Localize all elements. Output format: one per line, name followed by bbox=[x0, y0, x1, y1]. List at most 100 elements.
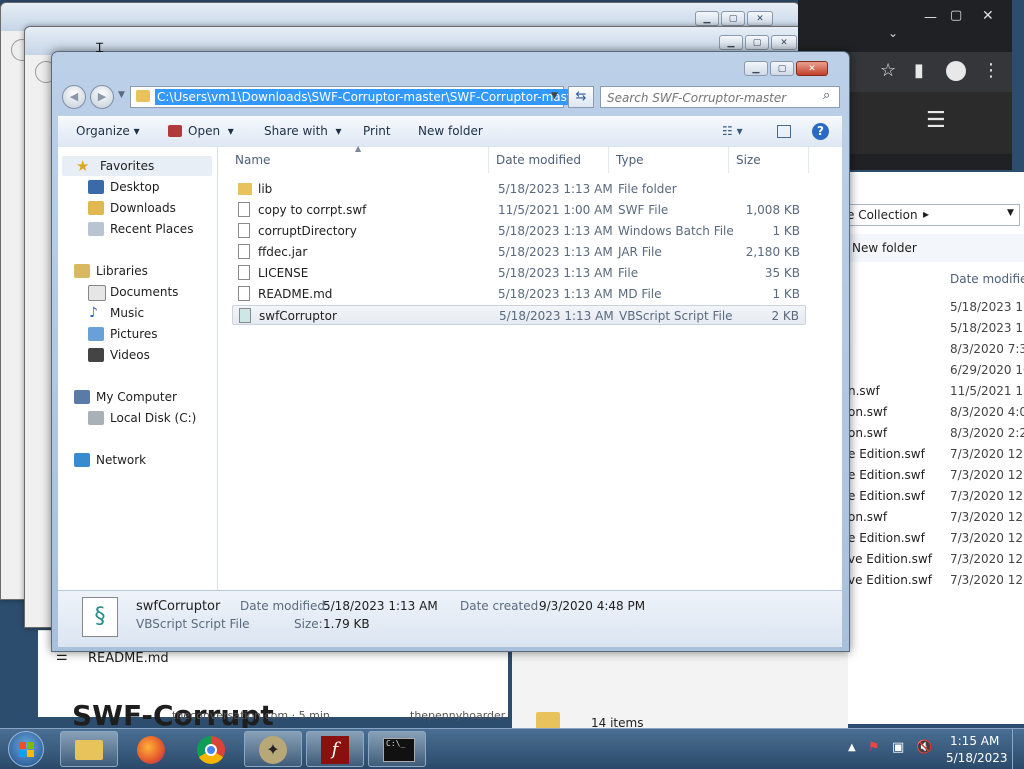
right-file-name[interactable]: on.swf bbox=[848, 426, 887, 440]
chevron-down-icon[interactable]: ▼ bbox=[1007, 208, 1014, 218]
nav-computer-label: My Computer bbox=[96, 390, 177, 404]
file-row[interactable]: LICENSE 5/18/2023 1:13 AM File 35 KB bbox=[232, 263, 806, 283]
right-file-name[interactable]: e Edition.swf bbox=[848, 489, 925, 503]
right-file-date: 5/18/2023 1:08 bbox=[950, 300, 1024, 314]
address-bar[interactable]: C:\Users\vm1\Downloads\SWF-Corruptor-mas… bbox=[130, 86, 586, 108]
flash-taskbar-icon[interactable]: f bbox=[306, 731, 364, 767]
file-type: File folder bbox=[618, 182, 677, 196]
chrome-taskbar-icon[interactable] bbox=[182, 731, 240, 767]
organize-button[interactable]: Organize ▾ bbox=[76, 124, 140, 138]
file-row[interactable]: corruptDirectory 5/18/2023 1:13 AM Windows… bbox=[232, 221, 806, 241]
column-date-modified[interactable]: Date modified bbox=[496, 153, 581, 167]
file-type: Windows Batch File bbox=[618, 224, 734, 238]
right-new-folder-button[interactable]: New folder bbox=[852, 241, 917, 255]
explorer-taskbar-icon[interactable] bbox=[60, 731, 118, 767]
close-icon[interactable]: ✕ bbox=[796, 61, 828, 76]
view-options-icon[interactable]: ☷ ▾ bbox=[722, 124, 743, 138]
minimize-icon[interactable]: ▁ bbox=[695, 11, 719, 26]
right-file-name[interactable]: on.swf bbox=[848, 405, 887, 419]
right-file-name[interactable]: e Edition.swf bbox=[848, 531, 925, 545]
file-icon bbox=[238, 286, 250, 301]
close-icon[interactable]: ✕ bbox=[982, 8, 994, 24]
details-size-label: Size: bbox=[294, 617, 323, 631]
right-date-header[interactable]: Date modified bbox=[950, 272, 1024, 286]
counter-strike-taskbar-icon[interactable]: ✦ bbox=[244, 731, 302, 767]
chevron-down-icon[interactable]: ⌄ bbox=[888, 26, 898, 40]
cmd-taskbar-icon[interactable]: C:\_ bbox=[368, 731, 426, 767]
preview-pane-icon[interactable] bbox=[777, 125, 791, 138]
right-file-name[interactable]: e Edition.swf bbox=[848, 468, 925, 482]
new-folder-button[interactable]: New folder bbox=[418, 124, 483, 138]
sidebar-icon[interactable]: ▮ bbox=[914, 60, 924, 81]
profile-icon[interactable] bbox=[946, 61, 966, 81]
details-modified-label: Date modified: bbox=[240, 599, 330, 613]
maximize-icon[interactable]: ▢ bbox=[745, 35, 769, 50]
close-icon[interactable]: ✕ bbox=[771, 35, 797, 50]
search-box[interactable]: ⌕ bbox=[600, 86, 840, 108]
file-date: 5/18/2023 1:13 AM bbox=[498, 224, 613, 238]
file-date: 5/18/2023 1:13 AM bbox=[499, 309, 614, 323]
clock-date[interactable]: 5/18/2023 bbox=[946, 751, 1008, 765]
maximize-icon[interactable]: ▢ bbox=[950, 8, 962, 23]
column-type[interactable]: Type bbox=[616, 153, 644, 167]
tray-expand-icon[interactable]: ▲ bbox=[848, 742, 856, 753]
maximize-icon[interactable]: ▢ bbox=[770, 61, 794, 76]
pictures-icon bbox=[88, 327, 104, 341]
column-name[interactable]: Name bbox=[235, 153, 270, 167]
search-input[interactable] bbox=[605, 88, 819, 108]
folder-icon bbox=[136, 90, 150, 102]
minimize-icon[interactable]: ▁ bbox=[744, 61, 768, 76]
start-button-icon[interactable] bbox=[8, 731, 44, 767]
news-link-1[interactable]: theconversation.com · 5 min bbox=[172, 709, 330, 722]
file-icon bbox=[238, 265, 250, 280]
folder-icon bbox=[238, 183, 252, 195]
right-file-name[interactable]: ve Edition.swf bbox=[848, 552, 932, 566]
refresh-icon[interactable]: ⇆ bbox=[568, 86, 594, 108]
print-button[interactable]: Print bbox=[363, 124, 391, 138]
videos-icon bbox=[88, 348, 104, 362]
right-file-name[interactable]: ve Edition.swf bbox=[848, 573, 932, 587]
file-row[interactable]: copy to corrpt.swf 11/5/2021 1:00 AM SWF F… bbox=[232, 200, 806, 220]
recent-pages-icon[interactable]: ▼ bbox=[118, 90, 125, 100]
clock-time[interactable]: 1:15 AM bbox=[950, 734, 999, 748]
firefox-taskbar-icon[interactable] bbox=[122, 731, 180, 767]
forward-icon[interactable]: ▶ bbox=[90, 85, 114, 109]
nav-favorites[interactable]: ★ Favorites bbox=[62, 156, 212, 176]
volume-muted-icon[interactable]: 🔇 bbox=[916, 740, 932, 755]
star-icon[interactable]: ☆ bbox=[880, 60, 896, 81]
right-file-name[interactable]: on.swf bbox=[848, 510, 887, 524]
action-center-icon[interactable]: ⚑ bbox=[868, 740, 880, 755]
file-row[interactable]: lib 5/18/2023 1:13 AM File folder bbox=[232, 179, 806, 199]
back-icon[interactable]: ◀ bbox=[62, 85, 86, 109]
help-icon[interactable]: ? bbox=[812, 123, 829, 140]
news-link-2[interactable]: thepennyhoarder bbox=[410, 709, 505, 722]
star-icon: ★ bbox=[76, 157, 90, 175]
column-size[interactable]: Size bbox=[736, 153, 761, 167]
maximize-icon[interactable]: ▢ bbox=[721, 11, 745, 26]
chevron-down-icon[interactable]: ▼ bbox=[551, 91, 558, 101]
hamburger-icon[interactable]: ☰ bbox=[926, 108, 946, 133]
share-with-button[interactable]: Share with ▾ bbox=[264, 124, 342, 138]
minimize-icon[interactable]: ▁ bbox=[719, 35, 743, 50]
nav-libraries-label: Libraries bbox=[96, 264, 148, 278]
minimize-icon[interactable]: — bbox=[924, 10, 937, 25]
menu-dots-icon[interactable]: ⋮ bbox=[982, 60, 1000, 81]
open-button[interactable]: Open ▾ bbox=[188, 124, 234, 138]
file-row[interactable]: README.md 5/18/2023 1:13 AM MD File 1 KB bbox=[232, 284, 806, 304]
file-row[interactable]: ffdec.jar 5/18/2023 1:13 AM JAR File 2,180 … bbox=[232, 242, 806, 262]
details-created-label: Date created: bbox=[460, 599, 543, 613]
file-date: 5/18/2023 1:13 AM bbox=[498, 266, 613, 280]
right-file-name[interactable]: n.swf bbox=[848, 384, 880, 398]
close-icon[interactable]: ✕ bbox=[747, 11, 773, 26]
file-row[interactable]: swfCorruptor 5/18/2023 1:13 AM VBScript Sc… bbox=[232, 305, 806, 325]
readme-label[interactable]: README.md bbox=[88, 651, 169, 666]
address-path[interactable]: C:\Users\vm1\Downloads\SWF-Corruptor-mas… bbox=[155, 89, 586, 105]
show-desktop-button[interactable] bbox=[1012, 729, 1024, 769]
right-file-name[interactable]: e Edition.swf bbox=[848, 447, 925, 461]
search-icon[interactable]: ⌕ bbox=[823, 88, 830, 103]
network-tray-icon[interactable]: ▣ bbox=[892, 740, 904, 755]
right-breadcrumb[interactable]: e Collection bbox=[847, 208, 918, 222]
right-address-bar[interactable]: e Collection ▸ ▼ bbox=[847, 204, 1020, 226]
open-label: Open bbox=[188, 124, 221, 138]
recent-places-icon bbox=[88, 222, 104, 236]
